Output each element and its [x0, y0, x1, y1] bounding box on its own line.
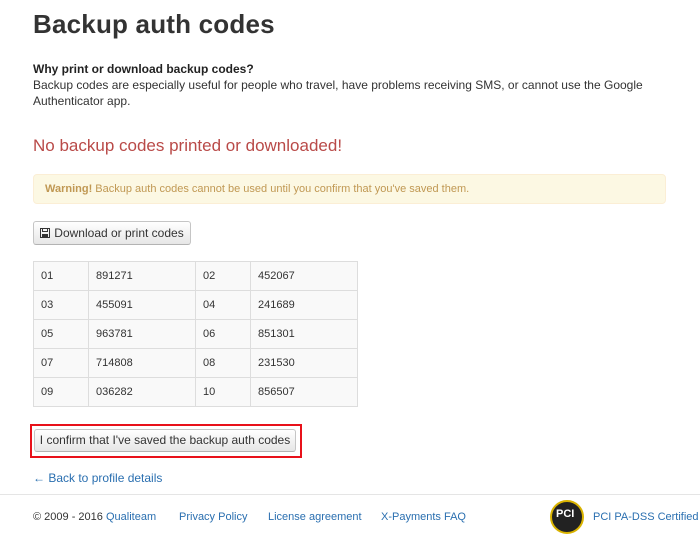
copyright: © 2009 - 2016 [33, 511, 103, 523]
code-index: 05 [33, 319, 89, 349]
code-index: 03 [33, 290, 89, 320]
code-value: 455091 [88, 290, 196, 320]
code-value: 891271 [88, 261, 196, 291]
code-value: 963781 [88, 319, 196, 349]
no-codes-message: No backup codes printed or downloaded! [33, 136, 343, 155]
code-index: 08 [195, 348, 251, 378]
code-value: 851301 [250, 319, 358, 349]
table-row: 09 036282 10 856507 [33, 377, 358, 407]
download-print-label: Download or print codes [54, 226, 184, 240]
backup-codes-table: 01 891271 02 452067 03 455091 04 241689 05 963781… [33, 261, 358, 407]
table-row: 01 891271 02 452067 [33, 261, 358, 291]
code-index: 07 [33, 348, 89, 378]
pci-certified-link[interactable]: PCI PA-DSS Certified [593, 511, 699, 523]
confirm-saved-button[interactable]: I confirm that I've saved the backup aut… [34, 429, 296, 452]
code-value: 036282 [88, 377, 196, 407]
footer-divider [0, 494, 700, 495]
footer-privacy-link[interactable]: Privacy Policy [179, 511, 247, 523]
warning-alert: Warning! Backup auth codes cannot be use… [33, 174, 666, 204]
footer-faq-link[interactable]: X-Payments FAQ [381, 511, 466, 523]
warning-strong: Warning! [45, 183, 93, 195]
code-value: 231530 [250, 348, 358, 378]
footer-qualiteam-link[interactable]: Qualiteam [106, 511, 156, 523]
why-title: Why print or download backup codes? [33, 62, 254, 76]
why-text: Backup codes are especially useful for p… [33, 78, 643, 108]
code-index: 10 [195, 377, 251, 407]
page-title: Backup auth codes [33, 9, 275, 39]
code-value: 241689 [250, 290, 358, 320]
code-value: 452067 [250, 261, 358, 291]
warning-text: Backup auth codes cannot be used until y… [92, 183, 470, 195]
footer-license-link[interactable]: License agreement [268, 511, 362, 523]
pci-logo-icon: PCI [550, 500, 584, 534]
back-to-profile-link[interactable]: ← Back to profile details [33, 471, 162, 485]
table-row: 07 714808 08 231530 [33, 348, 358, 378]
code-index: 02 [195, 261, 251, 291]
code-index: 01 [33, 261, 89, 291]
table-row: 03 455091 04 241689 [33, 290, 358, 320]
code-index: 06 [195, 319, 251, 349]
code-value: 714808 [88, 348, 196, 378]
download-print-button[interactable]: Download or print codes [33, 221, 191, 245]
pci-badge-text: PCI [556, 508, 575, 520]
table-row: 05 963781 06 851301 [33, 319, 358, 349]
code-value: 856507 [250, 377, 358, 407]
save-icon [40, 228, 51, 238]
code-index: 04 [195, 290, 251, 320]
code-index: 09 [33, 377, 89, 407]
